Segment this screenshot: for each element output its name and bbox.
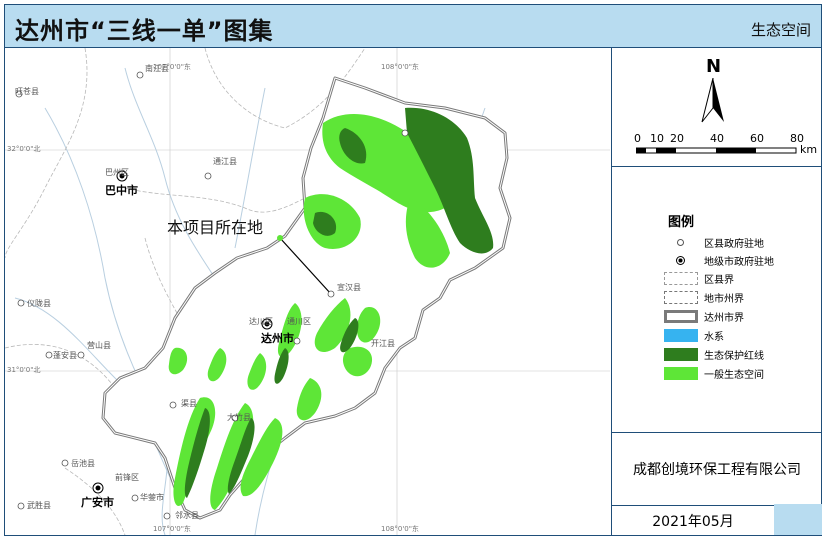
legend-item-city-seat: 地级市政府驻地 (664, 252, 774, 268)
city-label-dazhou: 达州市 (261, 332, 294, 345)
general-eco-space-icon (664, 366, 698, 380)
scale-tick-label: 0 (634, 132, 641, 145)
dazhou-boundary-icon (664, 309, 698, 323)
legend-title: 图例 (668, 215, 695, 230)
county-label: 营山县 (87, 341, 111, 350)
graticule-label: 108°0'0"东 (381, 63, 419, 71)
map-canvas (5, 48, 610, 535)
legend-item-county-seat: 区县政府驻地 (664, 234, 764, 250)
legend-item-protection-red-line: 生态保护红线 (664, 346, 764, 362)
prefecture-boundary-icon (664, 290, 698, 304)
county-label: 前锋区 (115, 473, 139, 482)
north-label: N (706, 56, 722, 77)
map-date: 2021年05月 (652, 514, 734, 530)
county-label: 渠县 (181, 399, 197, 408)
county-label: 邻水县 (175, 511, 199, 520)
county-label: 大竹县 (227, 413, 251, 422)
graticule-label: 107°0'0"东 (153, 525, 191, 533)
county-label: 开江县 (371, 339, 395, 348)
county-label: 蓬安县 (53, 351, 77, 360)
legend-item-general-eco-space: 一般生态空间 (664, 365, 764, 381)
protection-red-line-icon (664, 347, 698, 361)
scale-unit: km (800, 143, 818, 156)
scale-tick-label: 10 (650, 132, 664, 145)
divider (612, 166, 822, 167)
graticule-label: 31°0'0"北 (7, 366, 41, 374)
county-label: 巴州区 (105, 168, 129, 177)
water-icon (664, 328, 698, 342)
graticule-label: 107°0'0"东 (153, 63, 191, 71)
county-seat-icon (664, 236, 698, 249)
legend-panel: N 0 10 20 40 60 80 km 图例 区县政府驻地 地级市政府驻地 … (611, 48, 822, 535)
legend-item-water: 水系 (664, 327, 724, 343)
city-seat-icon (664, 254, 698, 267)
company-name: 成都创境环保工程有限公司 (633, 462, 801, 478)
county-label: 旺苍县 (15, 87, 39, 96)
county-label: 仪陇县 (27, 299, 51, 308)
date-accent-box (774, 504, 822, 535)
map-area[interactable]: 本项目所在地 巴中市 达州市 广安市 南江县 巴州区 通江县 旺苍县 仪陇县 营… (5, 48, 610, 535)
county-boundary-icon (664, 271, 698, 285)
title-bar: 达州市“三线一单”图集 生态空间 (5, 5, 821, 48)
county-label: 华蓥市 (140, 493, 164, 502)
scale-tick-label: 60 (750, 132, 764, 145)
scale-bar (636, 147, 797, 154)
city-label-bazhong: 巴中市 (105, 184, 138, 197)
page-title: 达州市“三线一单”图集 (15, 17, 274, 45)
legend-item-county-boundary: 区县界 (664, 270, 734, 286)
company-box: 成都创境环保工程有限公司 (612, 432, 822, 506)
project-callout-label: 本项目所在地 (167, 218, 264, 237)
project-location-marker (277, 235, 283, 241)
date-box: 2021年05月 (612, 504, 775, 535)
north-arrow-icon (701, 78, 724, 123)
legend-item-dazhou-boundary: 达州市界 (664, 308, 744, 324)
county-label: 岳池县 (71, 459, 95, 468)
county-label: 宣汉县 (337, 283, 361, 292)
scale-labels: 0 10 20 40 60 80 (612, 132, 822, 146)
page-subtitle: 生态空间 (750, 21, 811, 39)
county-label: 武胜县 (27, 501, 51, 510)
county-label: 达川区 (249, 317, 273, 326)
city-label-guangan: 广安市 (81, 496, 114, 509)
graticule-label: 32°0'0"北 (7, 145, 41, 153)
scale-tick-label: 40 (710, 132, 724, 145)
county-label: 通川区 (287, 317, 311, 326)
legend-item-prefecture-boundary: 地市州界 (664, 289, 744, 305)
scale-tick-label: 20 (670, 132, 684, 145)
county-label: 通江县 (213, 157, 237, 166)
map-frame: 达州市“三线一单”图集 生态空间 本项目所在地 巴中市 达州市 广安市 南江县 … (4, 4, 822, 536)
graticule-label: 108°0'0"东 (381, 525, 419, 533)
